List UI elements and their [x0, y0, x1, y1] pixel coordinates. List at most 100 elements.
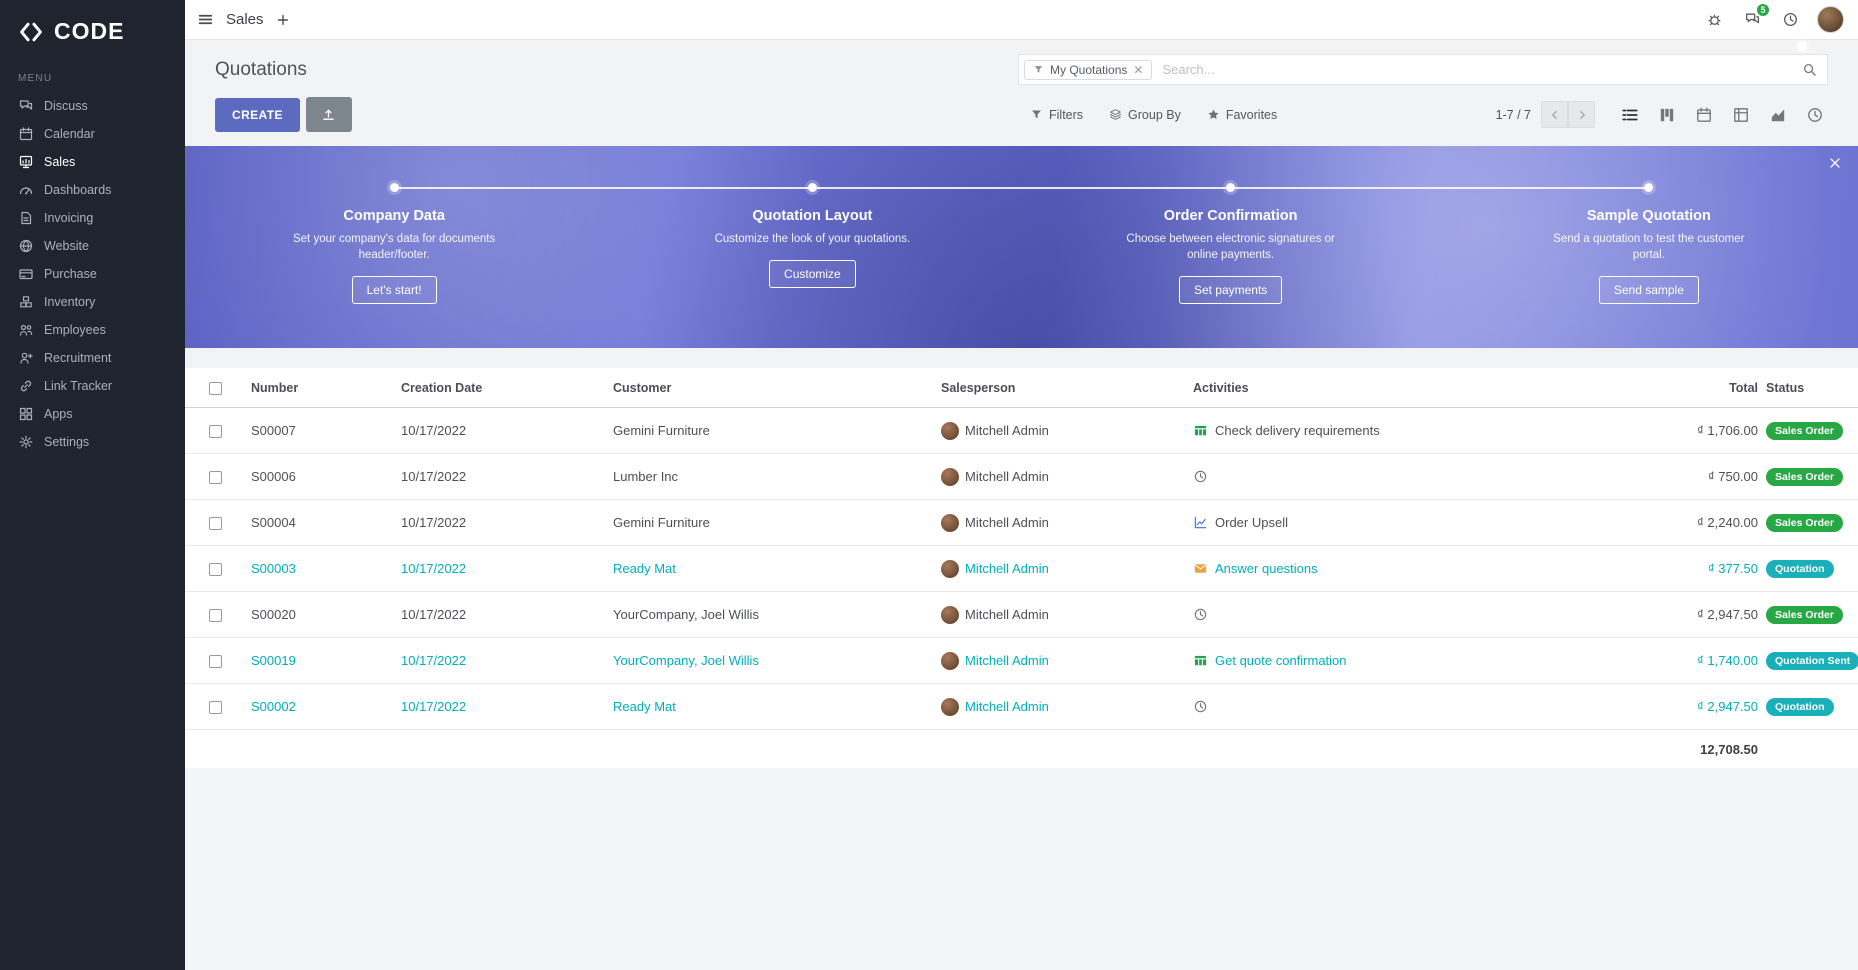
column-header-total[interactable]: Total — [1608, 381, 1758, 395]
cell-activities[interactable]: Order Upsell — [1177, 515, 1608, 530]
menu-label: MENU — [0, 59, 185, 92]
search-facet[interactable]: My Quotations ✕ — [1024, 60, 1152, 80]
sidebar-item-invoicing[interactable]: Invoicing — [0, 204, 185, 232]
cell-status: Sales Order — [1758, 468, 1858, 486]
row-checkbox[interactable] — [209, 609, 222, 622]
table-row[interactable]: S0000710/17/2022Gemini FurnitureMitchell… — [185, 408, 1858, 454]
cell-activities[interactable]: Get quote confirmation — [1177, 653, 1608, 668]
cell-activities[interactable] — [1177, 699, 1608, 714]
table-row[interactable]: S0000310/17/2022Ready MatMitchell AdminA… — [185, 546, 1858, 592]
filters-button[interactable]: Filters — [1030, 108, 1083, 122]
search-input[interactable] — [1152, 62, 1802, 77]
cell-activities[interactable]: Answer questions — [1177, 561, 1608, 576]
row-checkbox[interactable] — [209, 563, 222, 576]
sidebar-item-label: Sales — [44, 155, 75, 169]
sidebar-item-recruitment[interactable]: Recruitment — [0, 344, 185, 372]
view-graph-button[interactable] — [1769, 106, 1787, 124]
clock-icon — [1193, 607, 1208, 622]
view-kanban-button[interactable] — [1658, 106, 1676, 124]
list-controls: Filters Group By Favorites 1-7 / 7 — [1018, 101, 1828, 128]
create-button[interactable]: CREATE — [215, 98, 300, 132]
cell-number: S00007 — [235, 423, 385, 438]
table-header: NumberCreation DateCustomerSalespersonAc… — [185, 368, 1858, 408]
cell-salesperson: Mitchell Admin — [925, 514, 1177, 532]
header-checkbox-cell — [185, 380, 235, 394]
status-badge: Quotation — [1766, 560, 1834, 578]
step-action-button[interactable]: Set payments — [1179, 276, 1282, 304]
banner-close-icon[interactable] — [1828, 156, 1842, 170]
column-header-customer[interactable]: Customer — [597, 381, 925, 395]
sidebar-item-website[interactable]: Website — [0, 232, 185, 260]
favorites-button[interactable]: Favorites — [1207, 108, 1277, 122]
export-button[interactable] — [306, 97, 352, 132]
row-checkbox[interactable] — [209, 701, 222, 714]
hamburger-icon[interactable] — [197, 11, 214, 28]
step-action-button[interactable]: Let's start! — [352, 276, 437, 304]
app-name[interactable]: Sales — [226, 11, 264, 28]
view-pivot-button[interactable] — [1732, 106, 1750, 124]
step-dot — [1644, 183, 1653, 192]
next-page-button[interactable] — [1568, 101, 1595, 128]
sidebar-item-dashboards[interactable]: Dashboards — [0, 176, 185, 204]
view-list-button[interactable] — [1621, 106, 1639, 124]
column-header-date[interactable]: Creation Date — [385, 381, 597, 395]
cell-total: ₫ 2,947.50 — [1608, 699, 1758, 714]
sidebar-item-label: Dashboards — [44, 183, 111, 197]
debug-button[interactable] — [1703, 9, 1725, 31]
cell-creation-date: 10/17/2022 — [385, 423, 597, 438]
view-graph-icon — [1769, 106, 1787, 124]
cell-status: Sales Order — [1758, 422, 1858, 440]
cell-activities[interactable] — [1177, 607, 1608, 622]
prev-page-button[interactable] — [1541, 101, 1568, 128]
row-checkbox[interactable] — [209, 517, 222, 530]
logo[interactable]: CODE — [0, 0, 185, 59]
sidebar-item-purchase[interactable]: Purchase — [0, 260, 185, 288]
table-row[interactable]: S0001910/17/2022YourCompany, Joel Willis… — [185, 638, 1858, 684]
sidebar-item-discuss[interactable]: Discuss — [0, 92, 185, 120]
activities-badge — [1797, 41, 1807, 51]
column-header-status[interactable]: Status — [1758, 381, 1858, 395]
row-checkbox[interactable] — [209, 471, 222, 484]
table-row[interactable]: S0000610/17/2022Lumber IncMitchell Admin… — [185, 454, 1858, 500]
sidebar-item-calendar[interactable]: Calendar — [0, 120, 185, 148]
column-header-salesperson[interactable]: Salesperson — [925, 381, 1177, 395]
cell-activities[interactable] — [1177, 469, 1608, 484]
table-row[interactable]: S0002010/17/2022YourCompany, Joel Willis… — [185, 592, 1858, 638]
invoicing-icon — [18, 210, 34, 226]
sidebar-item-inventory[interactable]: Inventory — [0, 288, 185, 316]
sidebar-item-employees[interactable]: Employees — [0, 316, 185, 344]
sidebar-item-link-tracker[interactable]: Link Tracker — [0, 372, 185, 400]
cell-activities[interactable]: Check delivery requirements — [1177, 423, 1608, 438]
messages-button[interactable]: 5 — [1741, 9, 1763, 31]
topbar-left: Sales — [197, 11, 290, 28]
chevron-left-icon — [1549, 109, 1561, 121]
facet-close-icon[interactable]: ✕ — [1133, 64, 1143, 76]
sidebar-item-sales[interactable]: Sales — [0, 148, 185, 176]
row-checkbox[interactable] — [209, 655, 222, 668]
plus-icon[interactable] — [276, 13, 290, 27]
view-calendar-button[interactable] — [1695, 106, 1713, 124]
step-action-button[interactable]: Send sample — [1599, 276, 1699, 304]
column-header-number[interactable]: Number — [235, 381, 385, 395]
select-all-checkbox[interactable] — [209, 382, 222, 395]
employees-icon — [18, 322, 34, 338]
clock-topbar-icon — [1782, 11, 1799, 28]
activities-button[interactable] — [1779, 9, 1801, 31]
search-icon[interactable] — [1802, 62, 1817, 77]
step-action-button[interactable]: Customize — [769, 260, 856, 288]
sidebar-item-apps[interactable]: Apps — [0, 400, 185, 428]
groupby-button[interactable]: Group By — [1109, 108, 1181, 122]
step-title: Sample Quotation — [1587, 208, 1711, 224]
sidebar-item-settings[interactable]: Settings — [0, 428, 185, 456]
row-checkbox-cell — [185, 423, 235, 438]
user-avatar[interactable] — [1817, 6, 1844, 33]
view-activity-button[interactable] — [1806, 106, 1824, 124]
table-row[interactable]: S0000210/17/2022Ready MatMitchell Admin₫… — [185, 684, 1858, 730]
table-footer: 12,708.50 — [185, 730, 1858, 768]
column-header-activities[interactable]: Activities — [1177, 381, 1608, 395]
row-checkbox[interactable] — [209, 425, 222, 438]
table-row[interactable]: S0000410/17/2022Gemini FurnitureMitchell… — [185, 500, 1858, 546]
app-window: CODE MENU DiscussCalendar Sales Dashboards… — [0, 0, 1858, 970]
cell-number: S00003 — [235, 561, 385, 576]
apps-icon — [18, 406, 34, 422]
